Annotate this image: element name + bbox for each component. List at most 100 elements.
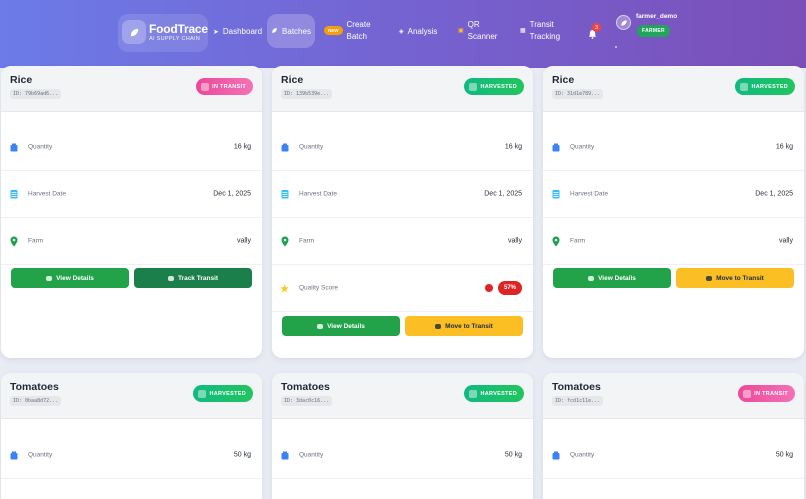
calendar-icon bbox=[280, 188, 289, 200]
view-details-label: View Details bbox=[598, 274, 636, 282]
nav-qr-scanner[interactable]: ▣ QR Scanner bbox=[458, 20, 497, 41]
rocket-icon: ➤ bbox=[213, 28, 219, 36]
dropdown-dot bbox=[615, 46, 617, 48]
card-title: Rice bbox=[281, 74, 304, 86]
batch-card: Tomatoes ID: 3dac0c16... HARVESTED Quant… bbox=[272, 373, 533, 499]
nav-transit-line2: Tracking bbox=[529, 32, 561, 41]
harvest-date-row: Harvest Date Dec 1, 2025 bbox=[543, 171, 804, 218]
farm-label: Farm bbox=[570, 237, 586, 245]
username[interactable]: farmer_demo bbox=[636, 13, 677, 20]
truck-icon bbox=[201, 82, 210, 91]
batch-card: Tomatoes ID: fcd1c11e... IN TRANSIT Quan… bbox=[543, 373, 804, 499]
qr-icon: ▣ bbox=[458, 28, 464, 34]
quantity-label: Quantity bbox=[570, 451, 595, 459]
leaf-icon bbox=[198, 389, 207, 398]
eye-icon bbox=[588, 275, 595, 281]
leaf-icon bbox=[469, 389, 478, 398]
card-header: Tomatoes ID: 3dac0c16... HARVESTED bbox=[272, 373, 533, 419]
quality-score-label: Quality Score bbox=[299, 284, 339, 292]
location-pin-icon bbox=[280, 235, 289, 247]
box-icon bbox=[280, 449, 289, 461]
batch-card: Rice ID: 79b69ad6... IN TRANSIT Quantity… bbox=[1, 66, 262, 358]
farm-value: vally bbox=[778, 237, 793, 245]
quality-score-row: Quality Score 57% bbox=[272, 265, 533, 312]
status-label: HARVESTED bbox=[751, 83, 788, 90]
brand[interactable]: FoodTrace AI SUPPLY CHAIN bbox=[118, 14, 208, 52]
card-header: Tomatoes ID: 0baa8d72... HARVESTED bbox=[1, 373, 262, 419]
harvest-date-value: Dec 1, 2025 bbox=[755, 190, 793, 198]
farm-row: Farm vally bbox=[543, 218, 804, 265]
box-icon bbox=[280, 141, 289, 153]
status-label: HARVESTED bbox=[480, 83, 517, 90]
new-badge: NEW bbox=[324, 26, 343, 35]
farm-label: Farm bbox=[28, 237, 44, 245]
nav-batches[interactable]: Batches bbox=[267, 14, 315, 48]
batch-id: ID: 31d1e789... bbox=[552, 89, 604, 99]
quantity-label: Quantity bbox=[570, 143, 595, 151]
farm-value: vally bbox=[507, 237, 522, 245]
status-badge: HARVESTED bbox=[464, 78, 524, 95]
leaf-icon bbox=[271, 27, 278, 36]
nav-transit-label: Transit Tracking bbox=[530, 20, 560, 41]
track-transit-button[interactable]: Track Transit bbox=[134, 268, 252, 288]
card-title: Rice bbox=[552, 74, 575, 86]
calendar-icon bbox=[551, 188, 560, 200]
leaf-icon bbox=[740, 82, 749, 91]
quantity-row: Quantity 16 kg bbox=[543, 124, 804, 171]
quality-score-badge: 57% bbox=[497, 281, 522, 295]
avatar[interactable] bbox=[616, 15, 631, 30]
status-badge: IN TRANSIT bbox=[196, 78, 253, 95]
batch-id: ID: 79b69ad6... bbox=[10, 89, 62, 99]
leaf-icon bbox=[469, 82, 478, 91]
batch-id: ID: 0baa8d72... bbox=[10, 396, 62, 406]
role-badge: FARMER bbox=[637, 25, 670, 37]
status-label: HARVESTED bbox=[209, 390, 246, 397]
quantity-value: 50 kg bbox=[504, 451, 522, 459]
truck-icon bbox=[706, 275, 713, 281]
nav-dashboard[interactable]: ➤ Dashboard bbox=[213, 27, 262, 36]
quantity-row: Quantity 50 kg bbox=[1, 432, 262, 479]
view-details-button[interactable]: View Details bbox=[553, 268, 671, 288]
card-title: Tomatoes bbox=[281, 381, 330, 393]
batch-card: Rice ID: 31d1e789... HARVESTED Quantity … bbox=[543, 66, 804, 358]
harvest-date-row: Harvest Date Dec 1, 2025 bbox=[1, 171, 262, 218]
nav-create-batch[interactable]: NEW Create Batch bbox=[324, 20, 371, 41]
location-pin-icon bbox=[551, 235, 560, 247]
quality-indicator-icon bbox=[485, 284, 493, 292]
harvest-date-value: Dec 1, 2025 bbox=[484, 190, 522, 198]
calendar-icon bbox=[9, 188, 18, 200]
quantity-label: Quantity bbox=[28, 143, 53, 151]
notification-count: 3 bbox=[592, 23, 601, 32]
nav-transit-tracking[interactable]: ▦ Transit Tracking bbox=[520, 20, 560, 41]
quantity-value: 16 kg bbox=[233, 143, 251, 151]
box-icon bbox=[551, 449, 560, 461]
track-transit-label: Track Transit bbox=[177, 274, 219, 282]
truck-icon bbox=[167, 275, 174, 281]
eye-icon bbox=[317, 323, 324, 329]
harvest-date-label: Harvest Date bbox=[28, 190, 66, 198]
status-badge: IN TRANSIT bbox=[738, 385, 795, 402]
leaf-icon bbox=[122, 20, 146, 44]
farm-label: Farm bbox=[299, 237, 315, 245]
truck-icon bbox=[435, 323, 442, 329]
move-to-transit-label: Move to Transit bbox=[445, 322, 493, 330]
move-to-transit-button[interactable]: Move to Transit bbox=[405, 316, 523, 336]
status-badge: HARVESTED bbox=[464, 385, 524, 402]
nav-dashboard-label: Dashboard bbox=[222, 27, 263, 36]
view-details-button[interactable]: View Details bbox=[282, 316, 400, 336]
view-details-button[interactable]: View Details bbox=[11, 268, 129, 288]
quantity-row: Quantity 16 kg bbox=[1, 124, 262, 171]
batch-id: ID: 3dac0c16... bbox=[281, 396, 333, 406]
nav-analysis-label: Analysis bbox=[407, 27, 438, 36]
box-icon bbox=[9, 141, 18, 153]
nav-analysis[interactable]: ◈ Analysis bbox=[399, 27, 437, 36]
move-to-transit-button[interactable]: Move to Transit bbox=[676, 268, 794, 288]
box-icon bbox=[551, 141, 560, 153]
nav-create-batch-line2: Batch bbox=[346, 32, 367, 41]
nav-batches-label: Batches bbox=[282, 26, 311, 36]
nav-qr-line1: QR bbox=[467, 20, 480, 29]
nav-qr-label: QR Scanner bbox=[468, 20, 498, 41]
status-badge: HARVESTED bbox=[735, 78, 795, 95]
quantity-value: 16 kg bbox=[775, 143, 793, 151]
location-pin-icon bbox=[9, 235, 18, 247]
